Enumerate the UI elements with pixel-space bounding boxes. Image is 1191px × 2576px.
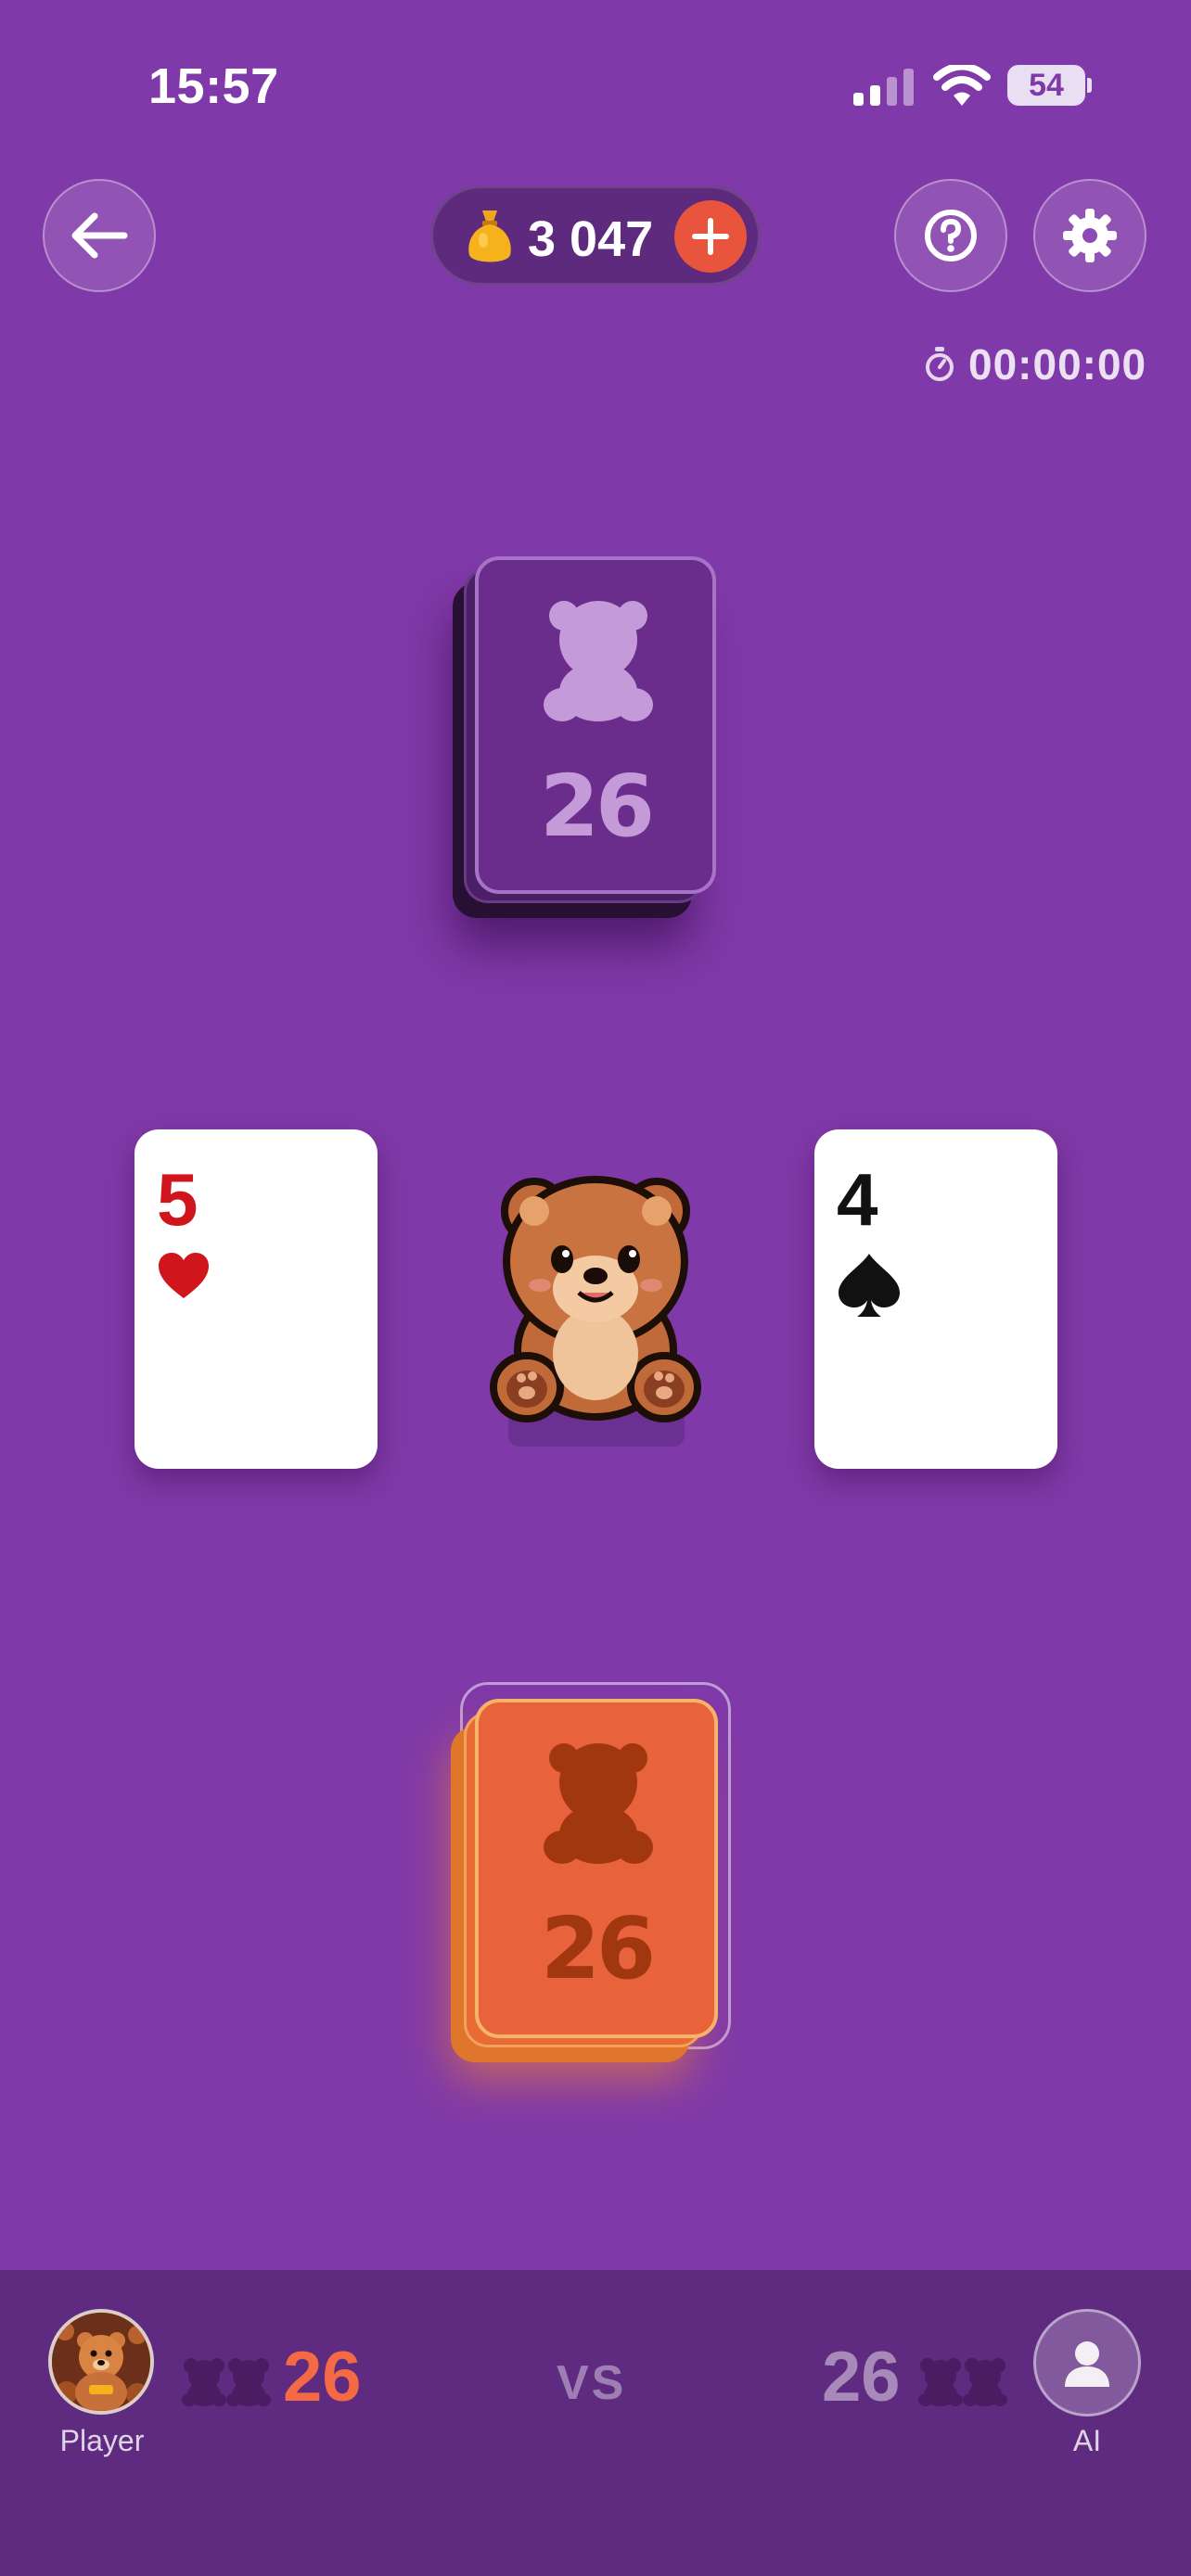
timer-value: 00:00:00: [968, 340, 1147, 389]
player-avatar[interactable]: [48, 2309, 154, 2415]
player-played-card: 5: [134, 1129, 378, 1469]
player-deck-count: 26: [540, 1899, 656, 1998]
ai-deck-count: 26: [539, 757, 655, 856]
help-button[interactable]: [894, 179, 1007, 292]
battery-indicator: 54: [1007, 65, 1085, 106]
spade-suit-icon: [839, 1254, 900, 1317]
ai-bear-tokens: [918, 2357, 1007, 2407]
vs-label: VS: [557, 2356, 627, 2410]
card-rank: 5: [157, 1158, 198, 1241]
bear-token-icon: [182, 2358, 226, 2406]
back-button[interactable]: [43, 179, 156, 292]
player-deck[interactable]: 26: [475, 1699, 718, 2038]
ai-name: AI: [1072, 2424, 1102, 2457]
bear-icon: [544, 601, 653, 721]
coin-bag-icon: [468, 210, 511, 262]
user-icon: [1065, 2341, 1109, 2387]
bear-icon: [544, 1743, 653, 1864]
bear-token-icon: [226, 2358, 271, 2406]
ai-played-card: 4: [814, 1129, 1057, 1469]
heart-suit-icon: [159, 1253, 209, 1298]
player-score: 26: [283, 2338, 362, 2417]
game-timer: 00:00:00: [924, 339, 1146, 389]
gear-icon: [1063, 209, 1117, 262]
wifi-icon: [933, 65, 991, 106]
ai-avatar[interactable]: [1033, 2309, 1141, 2417]
card-rank: 4: [837, 1158, 878, 1241]
status-time: 15:57: [148, 58, 279, 114]
ai-deck: 26: [475, 556, 716, 894]
bear-token-icon: [918, 2358, 963, 2406]
coins-value: 3 047: [528, 211, 654, 267]
help-icon: [925, 210, 977, 261]
add-coins-button[interactable]: [674, 200, 747, 273]
settings-button[interactable]: [1033, 179, 1146, 292]
bear-avatar-icon: [52, 2313, 150, 2411]
coins-balance: 3 047: [430, 185, 761, 286]
bear-mascot: [490, 1176, 701, 1422]
back-arrow-icon: [71, 212, 128, 259]
plus-icon: [692, 218, 729, 255]
stopwatch-icon: [926, 347, 954, 381]
player-bear-tokens: [182, 2357, 271, 2407]
bear-token-icon: [963, 2358, 1007, 2406]
ai-score: 26: [822, 2338, 901, 2417]
battery-tip: [1087, 78, 1092, 93]
signal-icon: [853, 69, 914, 106]
scoreboard: [0, 2270, 1191, 2576]
player-name: Player: [59, 2424, 145, 2457]
